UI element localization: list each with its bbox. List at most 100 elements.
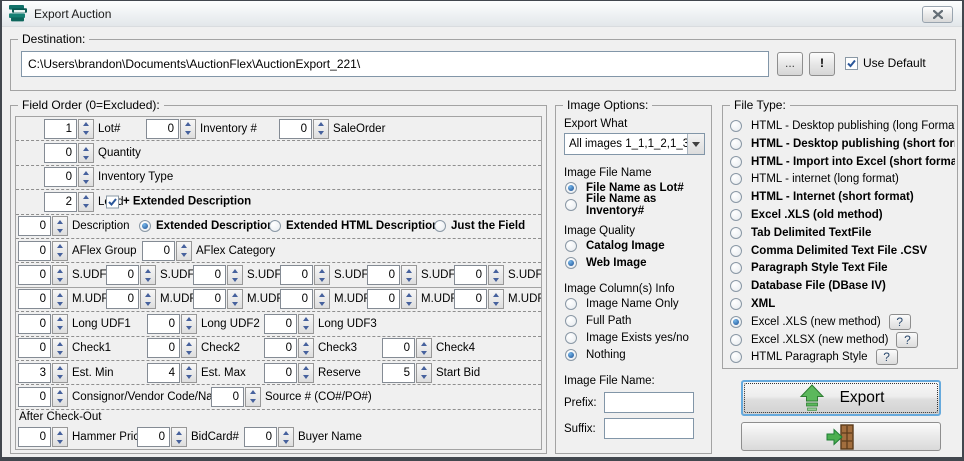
spinner-up-button[interactable]: [79, 168, 93, 177]
saleorder-spin-input[interactable]: 0: [279, 119, 312, 139]
warning-button[interactable]: !: [809, 52, 835, 76]
s-udf6-spin-input[interactable]: 0: [454, 265, 487, 285]
spinner-down-button[interactable]: [53, 251, 67, 260]
comma-delimited-text-file-csv-radio[interactable]: [730, 245, 742, 257]
spinner-up-button[interactable]: [246, 388, 260, 397]
lead-spin-input[interactable]: 2: [44, 192, 77, 212]
close-button[interactable]: [922, 6, 953, 23]
full-path-radio[interactable]: [565, 315, 577, 327]
browse-button[interactable]: ...: [777, 52, 803, 76]
spinner-down-button[interactable]: [279, 437, 293, 446]
m-udf4-spin-input[interactable]: 0: [280, 289, 313, 309]
excel-xls-new-method-help-button[interactable]: ?: [889, 314, 911, 330]
suffix-input[interactable]: [604, 418, 694, 439]
spinner-up-button[interactable]: [315, 290, 329, 299]
paragraph-style-text-file-radio[interactable]: [730, 262, 742, 274]
spinner-down-button[interactable]: [182, 324, 196, 333]
spinner-up-button[interactable]: [299, 364, 313, 373]
spinner-down-button[interactable]: [177, 251, 191, 260]
long-udf2-spin-input[interactable]: 0: [147, 314, 180, 334]
use-default-checkbox[interactable]: [845, 57, 858, 70]
spinner-down-button[interactable]: [53, 373, 67, 382]
source-co-po-spin-input[interactable]: 0: [211, 387, 244, 407]
just-the-field-radio[interactable]: [434, 220, 446, 232]
spinner-down-button[interactable]: [299, 348, 313, 357]
consignor-vendor-code-name-spin-input[interactable]: 0: [18, 387, 51, 407]
bidcard-spin-input[interactable]: 0: [137, 427, 170, 447]
spinner-down-button[interactable]: [246, 397, 260, 406]
s-udf1-spin-input[interactable]: 0: [18, 265, 51, 285]
start-bid-spin-input[interactable]: 5: [382, 363, 415, 383]
html-internet-long-format-radio[interactable]: [730, 173, 742, 185]
spinner-down-button[interactable]: [53, 275, 67, 284]
m-udf1-spin-input[interactable]: 0: [18, 289, 51, 309]
spinner-down-button[interactable]: [53, 299, 67, 308]
spinner-up-button[interactable]: [314, 120, 328, 129]
spinner-down-button[interactable]: [402, 275, 416, 284]
spinner-down-button[interactable]: [79, 153, 93, 162]
spinner-up-button[interactable]: [315, 266, 329, 275]
spinner-up-button[interactable]: [177, 242, 191, 251]
spinner-up-button[interactable]: [53, 290, 67, 299]
spinner-down-button[interactable]: [315, 275, 329, 284]
export-what-select[interactable]: All images 1_1,1_2,1_3: [564, 133, 705, 155]
spinner-up-button[interactable]: [79, 144, 93, 153]
spinner-up-button[interactable]: [279, 428, 293, 437]
spinner-down-button[interactable]: [141, 299, 155, 308]
hammer-price-spin-input[interactable]: 0: [18, 427, 51, 447]
html-desktop-publishing-long-format-radio[interactable]: [730, 120, 742, 132]
spinner-down-button[interactable]: [182, 373, 196, 382]
s-udf5-spin-input[interactable]: 0: [367, 265, 400, 285]
s-udf3-spin-input[interactable]: 0: [193, 265, 226, 285]
inventory-type-spin-input[interactable]: 0: [44, 167, 77, 187]
check2-spin-input[interactable]: 0: [147, 338, 180, 358]
check4-spin-input[interactable]: 0: [382, 338, 415, 358]
catalog-image-radio[interactable]: [565, 240, 577, 252]
html-desktop-publishing-short-format-radio[interactable]: [730, 138, 742, 150]
m-udf6-spin-input[interactable]: 0: [454, 289, 487, 309]
spinner-down-button[interactable]: [141, 275, 155, 284]
spinner-up-button[interactable]: [79, 120, 93, 129]
spinner-down-button[interactable]: [53, 348, 67, 357]
description-spin-input[interactable]: 0: [18, 216, 51, 236]
aflex-category-spin-input[interactable]: 0: [142, 241, 175, 261]
est-max-spin-input[interactable]: 4: [147, 363, 180, 383]
dropdown-button[interactable]: [687, 134, 704, 154]
prefix-input[interactable]: [604, 392, 694, 413]
extended-description-checkbox[interactable]: [106, 195, 119, 208]
spinner-up-button[interactable]: [172, 428, 186, 437]
html-paragraph-style-radio[interactable]: [730, 351, 742, 363]
spinner-down-button[interactable]: [53, 226, 67, 235]
excel-xls-new-method-radio[interactable]: [730, 316, 742, 328]
web-image-radio[interactable]: [565, 257, 577, 269]
spinner-down-button[interactable]: [228, 299, 242, 308]
exit-button[interactable]: [741, 422, 941, 451]
spinner-up-button[interactable]: [53, 339, 67, 348]
spinner-up-button[interactable]: [53, 428, 67, 437]
spinner-up-button[interactable]: [53, 364, 67, 373]
spinner-down-button[interactable]: [79, 202, 93, 211]
spinner-down-button[interactable]: [299, 373, 313, 382]
spinner-up-button[interactable]: [299, 315, 313, 324]
spinner-down-button[interactable]: [299, 324, 313, 333]
long-udf1-spin-input[interactable]: 0: [18, 314, 51, 334]
spinner-up-button[interactable]: [417, 364, 431, 373]
spinner-up-button[interactable]: [228, 290, 242, 299]
excel-xls-old-method-radio[interactable]: [730, 209, 742, 221]
spinner-up-button[interactable]: [402, 266, 416, 275]
aflex-group-spin-input[interactable]: 0: [18, 241, 51, 261]
tab-delimited-textfile-radio[interactable]: [730, 227, 742, 239]
quantity-spin-input[interactable]: 0: [44, 143, 77, 163]
buyer-name-spin-input[interactable]: 0: [244, 427, 277, 447]
spinner-up-button[interactable]: [53, 217, 67, 226]
file-name-as-lot-radio[interactable]: [565, 182, 577, 194]
spinner-down-button[interactable]: [172, 437, 186, 446]
destination-path-input[interactable]: [21, 51, 769, 77]
titlebar[interactable]: Export Auction: [2, 1, 962, 27]
spinner-down-button[interactable]: [417, 348, 431, 357]
spinner-down-button[interactable]: [53, 437, 67, 446]
spinner-down-button[interactable]: [79, 177, 93, 186]
spinner-down-button[interactable]: [228, 275, 242, 284]
spinner-up-button[interactable]: [182, 339, 196, 348]
m-udf5-spin-input[interactable]: 0: [367, 289, 400, 309]
